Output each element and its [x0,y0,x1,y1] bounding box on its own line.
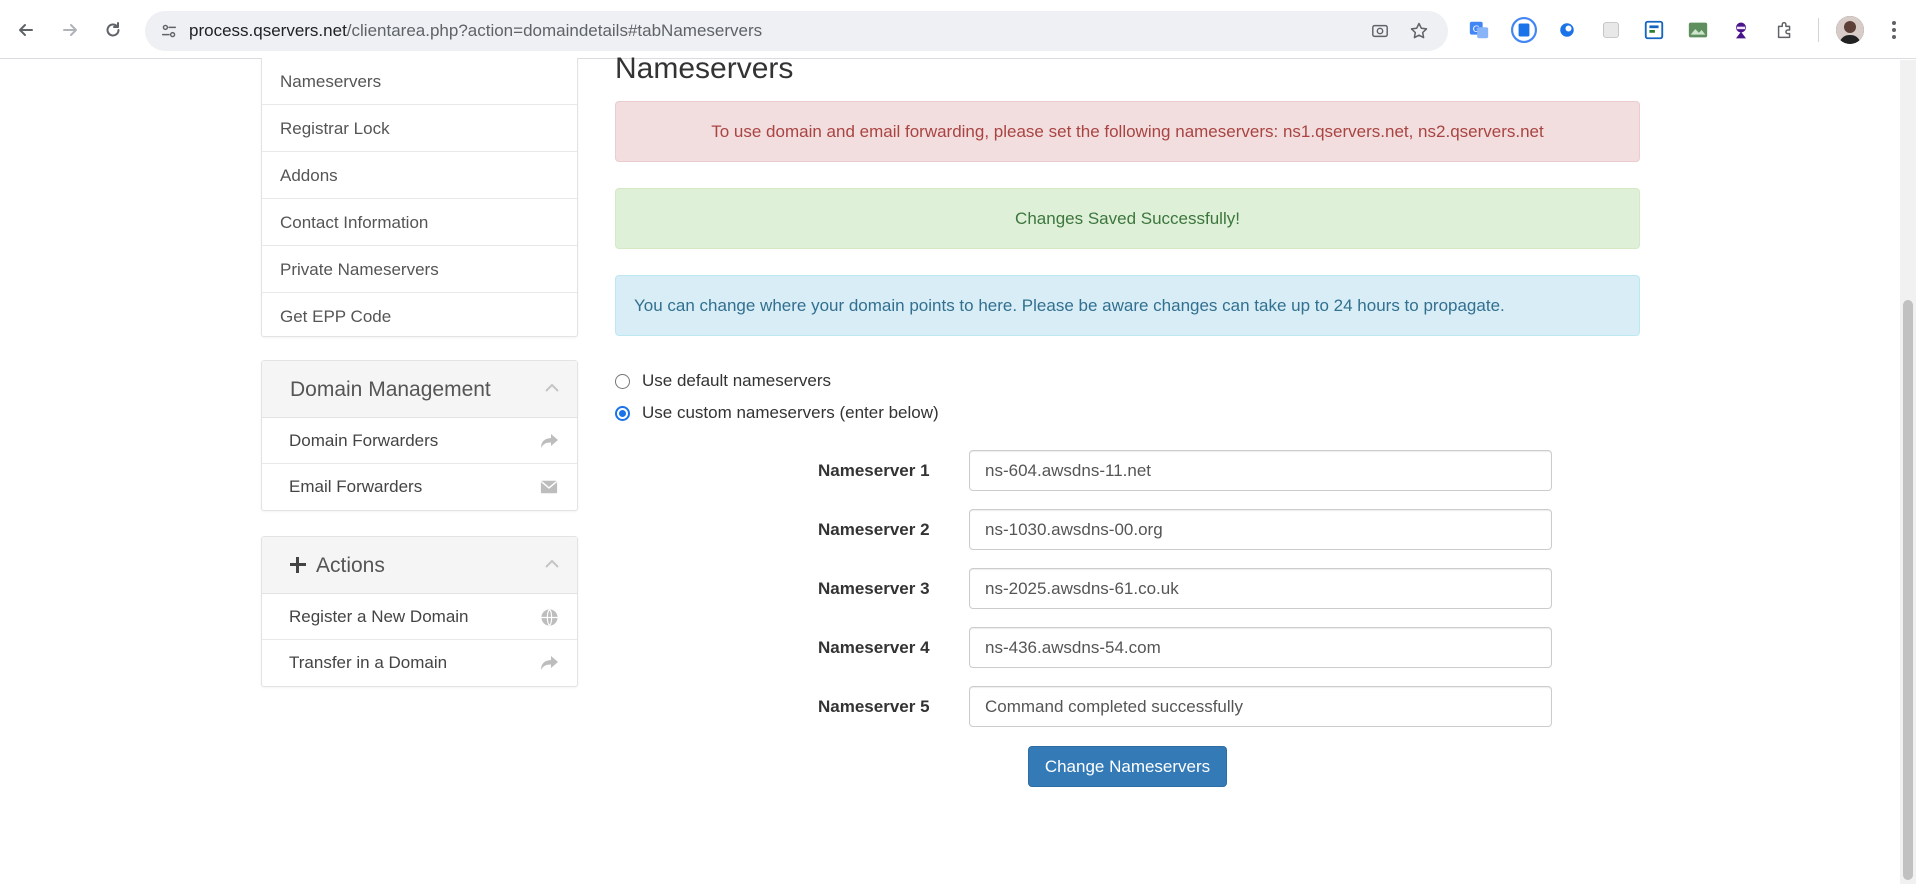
sidebar-item-label: Nameservers [280,72,382,91]
browser-toolbar: process.qservers.net/clientarea.php?acti… [0,0,1916,59]
alert-success: Changes Saved Successfully! [615,188,1640,249]
arrow-left-icon [19,24,33,36]
address-bar[interactable]: process.qservers.net/clientarea.php?acti… [145,11,1448,51]
radio-default-nameservers[interactable]: Use default nameservers [615,369,831,393]
sidebar-item-label: Private Nameservers [280,260,439,279]
document-extension-icon[interactable] [1641,17,1667,43]
domain-management-header[interactable]: Domain Management [262,361,577,418]
browser-menu-icon[interactable] [1884,17,1904,43]
register-new-domain-link[interactable]: Register a New Domain [262,594,577,640]
grey-extension-icon[interactable] [1598,17,1624,43]
alert-info: You can change where your domain points … [615,275,1640,336]
sidebar-item-registrar-lock[interactable]: Registrar Lock [262,105,577,152]
nameserver-3-label: Nameserver 3 [818,579,930,598]
globe-icon [539,607,559,627]
domain-forwarders-link[interactable]: Domain Forwarders [262,418,577,464]
chevron-up-icon[interactable] [545,559,559,569]
extensions-puzzle-icon[interactable] [1772,17,1798,43]
bookmark-star-icon[interactable] [1408,20,1430,42]
forward-button[interactable] [54,14,86,46]
url-path: /clientarea.php?action=domaindetails#tab… [346,21,763,40]
nameserver-2-input[interactable] [969,509,1552,550]
nameserver-1-input[interactable] [969,450,1552,491]
toolbar-divider [1818,18,1819,42]
reload-icon [106,22,120,37]
reload-button[interactable] [97,14,129,46]
sidebar-item-private-nameservers[interactable]: Private Nameservers [262,246,577,293]
circle-extension-icon[interactable] [1511,17,1537,43]
email-forwarders-link[interactable]: Email Forwarders [262,464,577,510]
alert-info-text: You can change where your domain points … [634,295,1505,315]
alert-success-text: Changes Saved Successfully! [1015,208,1240,228]
url-host: process.qservers.net [189,21,347,40]
sidebar-item-label: Contact Information [280,213,429,232]
panel-item-label: Email Forwarders [289,477,423,496]
translate-extension-icon[interactable]: G [1466,17,1492,43]
domain-sidebar-menu: Nameservers Registrar Lock Addons Contac… [261,58,578,337]
radio-label: Use default nameservers [642,371,831,390]
alert-danger-text: To use domain and email forwarding, plea… [711,121,1544,141]
sidebar-item-label: Addons [280,166,338,185]
ninja-extension-icon[interactable] [1728,17,1754,43]
transfer-domain-link[interactable]: Transfer in a Domain [262,640,577,686]
screenshot-icon[interactable] [1369,20,1391,42]
domain-management-panel: Domain Management Domain Forwarders Emai… [261,360,578,511]
sidebar-item-contact-information[interactable]: Contact Information [262,199,577,246]
page-scrollbar[interactable] [1900,60,1916,884]
radio-button-checked[interactable] [615,405,630,421]
radio-label: Use custom nameservers (enter below) [642,403,939,422]
page-title: Nameservers [615,52,794,85]
site-info-icon[interactable] [155,17,183,45]
sidebar-item-label: Get EPP Code [280,307,392,326]
panel-title: Domain Management [290,378,491,401]
sidebar-item-nameservers[interactable]: Nameservers [262,58,577,105]
nameserver-2-label: Nameserver 2 [818,520,930,539]
share-icon [539,653,559,673]
nameserver-5-input[interactable] [969,686,1552,727]
sidebar-item-label: Registrar Lock [280,119,390,138]
panel-item-label: Transfer in a Domain [289,653,448,672]
nameserver-4-label: Nameserver 4 [818,638,930,657]
url-text[interactable]: process.qservers.net/clientarea.php?acti… [189,11,762,51]
change-nameservers-button[interactable]: Change Nameservers [1028,746,1227,787]
panel-title: Actions [316,554,385,577]
profile-avatar[interactable] [1836,16,1864,44]
blue-dot-extension-icon[interactable] [1554,17,1580,43]
nameserver-3-input[interactable] [969,568,1552,609]
alert-danger: To use domain and email forwarding, plea… [615,101,1640,162]
panel-item-label: Domain Forwarders [289,431,439,450]
actions-header[interactable]: Actions [262,537,577,594]
radio-button[interactable] [615,373,630,389]
share-icon [539,431,559,451]
scrollbar-thumb[interactable] [1903,300,1913,880]
arrow-right-icon [63,24,77,36]
envelope-icon [539,477,559,497]
radio-custom-nameservers[interactable]: Use custom nameservers (enter below) [615,401,939,425]
image-extension-icon[interactable] [1685,17,1711,43]
back-button[interactable] [10,14,42,46]
actions-panel: Actions Register a New Domain Transfer i… [261,536,578,687]
chevron-up-icon[interactable] [545,383,559,393]
nameserver-1-label: Nameserver 1 [818,461,930,480]
sidebar-item-addons[interactable]: Addons [262,152,577,199]
sidebar-item-get-epp-code[interactable]: Get EPP Code [262,293,577,340]
plus-icon [290,557,306,573]
nameserver-4-input[interactable] [969,627,1552,668]
panel-item-label: Register a New Domain [289,607,469,626]
nameserver-5-label: Nameserver 5 [818,697,930,716]
